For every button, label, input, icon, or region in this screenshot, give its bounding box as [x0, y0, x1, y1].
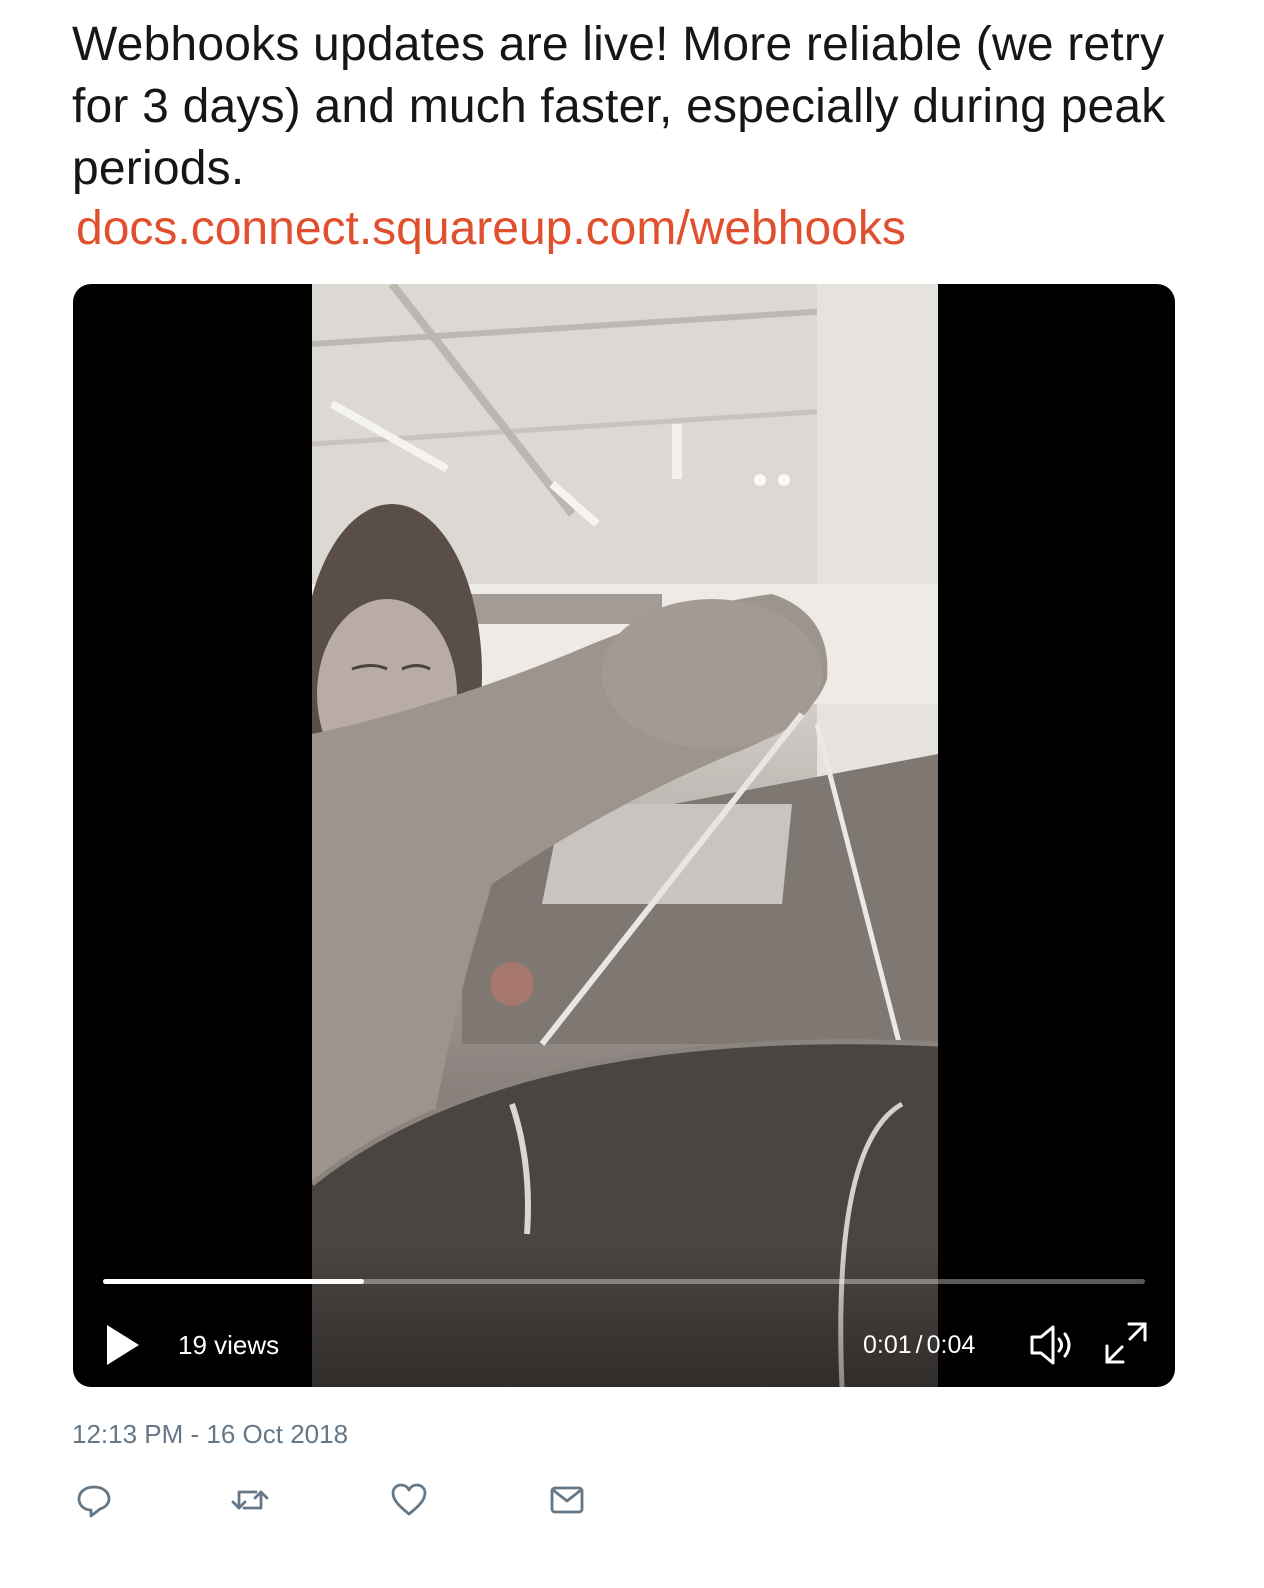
like-button[interactable]: [389, 1480, 429, 1520]
fullscreen-button[interactable]: [1103, 1320, 1149, 1366]
reply-button[interactable]: [74, 1480, 114, 1520]
play-button[interactable]: [103, 1322, 143, 1368]
current-time: 0:01: [863, 1331, 912, 1359]
like-icon: [391, 1483, 427, 1516]
play-icon: [107, 1325, 139, 1365]
retweet-button[interactable]: [230, 1480, 270, 1520]
progress-fill: [103, 1279, 364, 1284]
time-separator: /: [915, 1331, 923, 1359]
progress-bar[interactable]: [103, 1279, 1145, 1284]
message-button[interactable]: [547, 1480, 587, 1520]
video-player[interactable]: 19 views 0:01/0:04: [73, 284, 1175, 1387]
video-thumbnail: [312, 284, 938, 1387]
duration: 0:04: [926, 1331, 976, 1359]
fullscreen-icon: [1105, 1322, 1147, 1364]
controls-shade: [73, 1247, 1175, 1387]
tweet-timestamp[interactable]: 12:13 PM - 16 Oct 2018: [72, 1416, 348, 1452]
video-time: 0:01/0:04: [863, 1327, 975, 1363]
tweet-actions: [0, 1480, 1264, 1520]
reply-icon: [77, 1485, 111, 1518]
tweet-text: Webhooks updates are live! More reliable…: [72, 18, 1166, 195]
video-frame[interactable]: [312, 284, 938, 1387]
volume-icon: [1030, 1325, 1071, 1365]
tweet-link[interactable]: docs.connect.squareup.com/webhooks: [76, 198, 906, 260]
message-icon: [550, 1486, 584, 1514]
retweet-icon: [231, 1490, 269, 1510]
volume-button[interactable]: [1028, 1322, 1078, 1368]
view-count: 19 views: [178, 1330, 280, 1360]
